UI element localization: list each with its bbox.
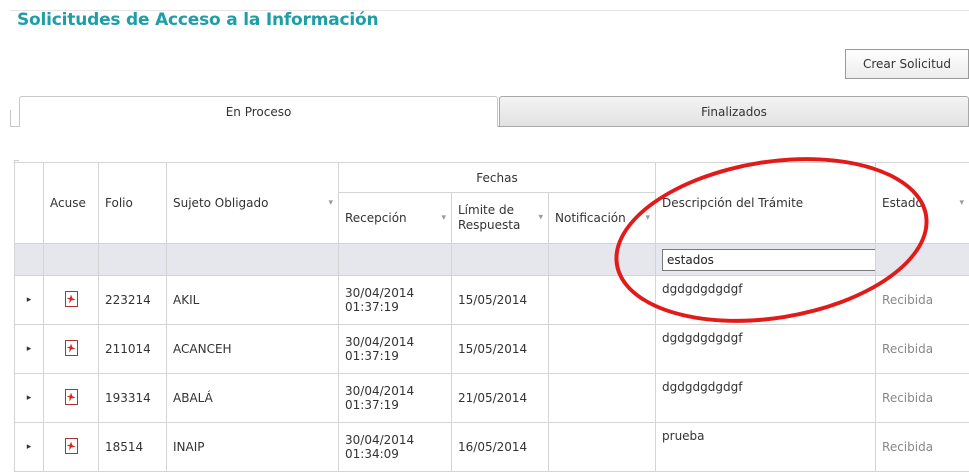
folio-cell: 18514: [99, 423, 167, 472]
column-header-notificacion[interactable]: Notificación ▾: [549, 193, 656, 244]
recepcion-cell: 30/04/201401:37:19: [339, 276, 452, 325]
column-header-acuse[interactable]: Acuse: [44, 163, 99, 244]
column-header-limite[interactable]: Límite de Respuesta ▾: [452, 193, 549, 244]
recepcion-time: 01:34:09: [345, 447, 399, 461]
tab-finalizados[interactable]: Finalizados: [499, 96, 969, 127]
sujeto-cell: ABALÁ: [167, 374, 339, 423]
recepcion-cell: 30/04/201401:37:19: [339, 325, 452, 374]
limite-cell: 16/05/2014: [452, 423, 549, 472]
tab-en-proceso[interactable]: En Proceso: [19, 96, 498, 127]
column-header-folio[interactable]: Folio: [99, 163, 167, 244]
filter-cell: [44, 244, 99, 276]
pdf-icon[interactable]: [65, 389, 78, 405]
filter-cell: [549, 244, 656, 276]
estado-cell: Recibida: [876, 423, 969, 472]
table-row[interactable]: ▸ 211014 ACANCEH 30/04/201401:37:19 15/0…: [15, 325, 969, 374]
recepcion-time: 01:37:19: [345, 349, 399, 363]
filter-row: [15, 244, 969, 276]
filter-icon[interactable]: ▾: [959, 198, 964, 208]
notificacion-cell: [549, 374, 656, 423]
acuse-cell: [44, 325, 99, 374]
column-header-label: Estado: [882, 196, 923, 210]
acuse-cell: [44, 276, 99, 325]
notificacion-cell: [549, 325, 656, 374]
sujeto-cell: AKIL: [167, 276, 339, 325]
column-header-label: Descripción del Trámite: [662, 196, 803, 210]
recepcion-date: 30/04/2014: [345, 384, 414, 398]
descripcion-cell: dgdgdgdgdgf: [656, 325, 876, 374]
acuse-cell: [44, 374, 99, 423]
estado-cell: Recibida: [876, 374, 969, 423]
column-header-estado[interactable]: Estado ▾: [876, 163, 969, 244]
table-row[interactable]: ▸ 223214 AKIL 30/04/201401:37:19 15/05/2…: [15, 276, 969, 325]
pdf-icon[interactable]: [65, 340, 78, 356]
recepcion-date: 30/04/2014: [345, 286, 414, 300]
descripcion-cell: dgdgdgdgdgf: [656, 276, 876, 325]
column-header-descripcion[interactable]: Descripción del Trámite: [656, 163, 876, 244]
filter-icon[interactable]: ▾: [538, 211, 543, 226]
column-header-label: Folio: [105, 196, 133, 210]
filter-icon[interactable]: ▾: [328, 198, 333, 208]
column-header-label: Recepción: [345, 211, 407, 225]
limite-cell: 15/05/2014: [452, 325, 549, 374]
estado-cell: Recibida: [876, 276, 969, 325]
column-group-fechas: Fechas: [339, 163, 656, 193]
pdf-icon[interactable]: [65, 438, 78, 454]
estado-cell: Recibida: [876, 325, 969, 374]
notificacion-cell: [549, 423, 656, 472]
filter-cell: [339, 244, 452, 276]
column-header-label: Acuse: [50, 196, 86, 210]
recepcion-time: 01:37:19: [345, 398, 399, 412]
grid-frame: [14, 160, 19, 161]
acuse-cell: [44, 423, 99, 472]
limite-cell: 15/05/2014: [452, 276, 549, 325]
expand-row-icon[interactable]: ▸: [15, 276, 44, 325]
limite-cell: 21/05/2014: [452, 374, 549, 423]
create-request-button[interactable]: Crear Solicitud: [845, 49, 969, 79]
filter-cell: [99, 244, 167, 276]
descripcion-cell: dgdgdgdgdgf: [656, 374, 876, 423]
tab-left-border: [10, 110, 11, 127]
recepcion-time: 01:37:19: [345, 300, 399, 314]
recepcion-date: 30/04/2014: [345, 335, 414, 349]
filter-cell: [656, 244, 876, 276]
notificacion-cell: [549, 276, 656, 325]
filter-cell: [876, 244, 969, 276]
column-header-label: Notificación: [555, 211, 626, 225]
folio-cell: 193314: [99, 374, 167, 423]
filter-icon[interactable]: ▾: [645, 213, 650, 223]
column-header-label: Sujeto Obligado: [173, 196, 268, 210]
page-title: Solicitudes de Acceso a la Información: [17, 10, 378, 30]
filter-cell: [452, 244, 549, 276]
recepcion-cell: 30/04/201401:34:09: [339, 423, 452, 472]
expand-column-header: [15, 163, 44, 244]
filter-cell: [167, 244, 339, 276]
descripcion-filter-input[interactable]: [662, 249, 876, 271]
column-header-sujeto-obligado[interactable]: Sujeto Obligado ▾: [167, 163, 339, 244]
requests-table: Acuse Folio Sujeto Obligado ▾ Fechas Desc…: [14, 162, 969, 472]
descripcion-cell: prueba: [656, 423, 876, 472]
folio-cell: 223214: [99, 276, 167, 325]
tab-base-border: [498, 126, 969, 127]
recepcion-cell: 30/04/201401:37:19: [339, 374, 452, 423]
column-header-label: Límite de Respuesta: [458, 203, 520, 232]
sujeto-cell: INAIP: [167, 423, 339, 472]
expand-row-icon[interactable]: ▸: [15, 423, 44, 472]
column-header-recepcion[interactable]: Recepción ▾: [339, 193, 452, 244]
sujeto-cell: ACANCEH: [167, 325, 339, 374]
expand-row-icon[interactable]: ▸: [15, 374, 44, 423]
filter-cell: [15, 244, 44, 276]
recepcion-date: 30/04/2014: [345, 433, 414, 447]
table-row[interactable]: ▸ 193314 ABALÁ 30/04/201401:37:19 21/05/…: [15, 374, 969, 423]
expand-row-icon[interactable]: ▸: [15, 325, 44, 374]
filter-icon[interactable]: ▾: [441, 213, 446, 223]
pdf-icon[interactable]: [65, 291, 78, 307]
table-row[interactable]: ▸ 18514 INAIP 30/04/201401:34:09 16/05/2…: [15, 423, 969, 472]
folio-cell: 211014: [99, 325, 167, 374]
